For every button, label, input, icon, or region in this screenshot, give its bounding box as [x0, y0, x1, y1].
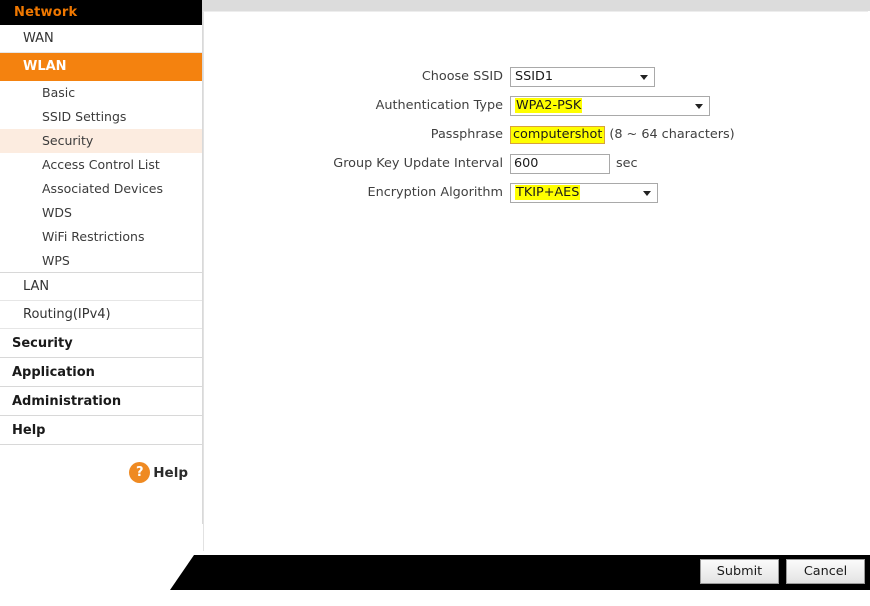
select-encryption-algorithm[interactable]: TKIP+AES	[510, 182, 658, 203]
select-authentication-type-value: WPA2-PSK	[515, 98, 583, 113]
security-settings-form: Choose SSID SSID1 Authentication Type WP…	[203, 62, 803, 207]
label-encryption-algorithm: Encryption Algorithm	[367, 185, 503, 200]
question-mark-circle-icon: ?	[129, 462, 151, 483]
form-row-encryption-algorithm: Encryption Algorithm TKIP+AES	[203, 178, 803, 207]
chevron-down-icon	[643, 190, 651, 196]
select-authentication-type[interactable]: WPA2-PSK	[510, 95, 710, 116]
sidebar-item-access-control-list[interactable]: Access Control List	[0, 153, 202, 177]
sidebar-item-routing-ipv4[interactable]: Routing(IPv4)	[0, 301, 202, 329]
cancel-button[interactable]: Cancel	[786, 559, 865, 584]
sidebar-item-wds[interactable]: WDS	[0, 201, 202, 225]
sidebar-section-security[interactable]: Security	[0, 329, 202, 358]
label-choose-ssid: Choose SSID	[421, 69, 503, 84]
label-authentication-type: Authentication Type	[375, 98, 503, 113]
chevron-down-icon	[640, 74, 648, 80]
passphrase-input[interactable]: computershot	[510, 125, 606, 144]
sidebar-header-network: Network	[0, 0, 202, 25]
sidebar-section-help[interactable]: Help	[0, 416, 202, 445]
label-group-key-update-interval: Group Key Update Interval	[333, 156, 503, 171]
passphrase-input-value: computershot	[513, 127, 603, 142]
form-row-passphrase: Passphrase computershot (8 ~ 64 characte…	[203, 120, 803, 149]
footer-action-bar: Submit Cancel	[170, 555, 870, 590]
sidebar: Network WAN WLAN Basic SSID Settings Sec…	[0, 0, 203, 524]
sidebar-item-lan[interactable]: LAN	[0, 273, 202, 301]
sidebar-section-administration[interactable]: Administration	[0, 387, 202, 416]
sidebar-section-application[interactable]: Application	[0, 358, 202, 387]
sidebar-item-wlan[interactable]: WLAN	[0, 53, 202, 81]
label-passphrase: Passphrase	[430, 127, 503, 142]
sidebar-help-block: ? Help	[0, 445, 202, 507]
submit-button[interactable]: Submit	[700, 559, 779, 584]
select-choose-ssid-value: SSID1	[515, 69, 554, 84]
select-encryption-algorithm-value: TKIP+AES	[515, 185, 581, 200]
help-link[interactable]: ? Help	[129, 462, 188, 483]
sidebar-item-basic[interactable]: Basic	[0, 81, 202, 105]
sidebar-item-ssid-settings[interactable]: SSID Settings	[0, 105, 202, 129]
form-row-choose-ssid: Choose SSID SSID1	[203, 62, 803, 91]
form-row-group-key-update-interval: Group Key Update Interval 600 sec	[203, 149, 803, 178]
form-row-authentication-type: Authentication Type WPA2-PSK	[203, 91, 803, 120]
select-choose-ssid[interactable]: SSID1	[510, 66, 655, 87]
bottom-white-strip	[0, 591, 870, 606]
help-label: Help	[153, 464, 188, 481]
interval-unit-label: sec	[616, 156, 638, 171]
sidebar-item-wps[interactable]: WPS	[0, 249, 202, 273]
chevron-down-icon	[695, 103, 703, 109]
sidebar-item-wan[interactable]: WAN	[0, 25, 202, 53]
group-key-update-interval-input[interactable]: 600	[510, 153, 610, 174]
sidebar-item-associated-devices[interactable]: Associated Devices	[0, 177, 202, 201]
sidebar-item-security[interactable]: Security	[0, 129, 202, 153]
passphrase-hint: (8 ~ 64 characters)	[609, 127, 735, 142]
sidebar-item-wifi-restrictions[interactable]: WiFi Restrictions	[0, 225, 202, 249]
top-gray-band	[203, 0, 870, 11]
group-key-update-interval-value: 600	[514, 156, 539, 171]
